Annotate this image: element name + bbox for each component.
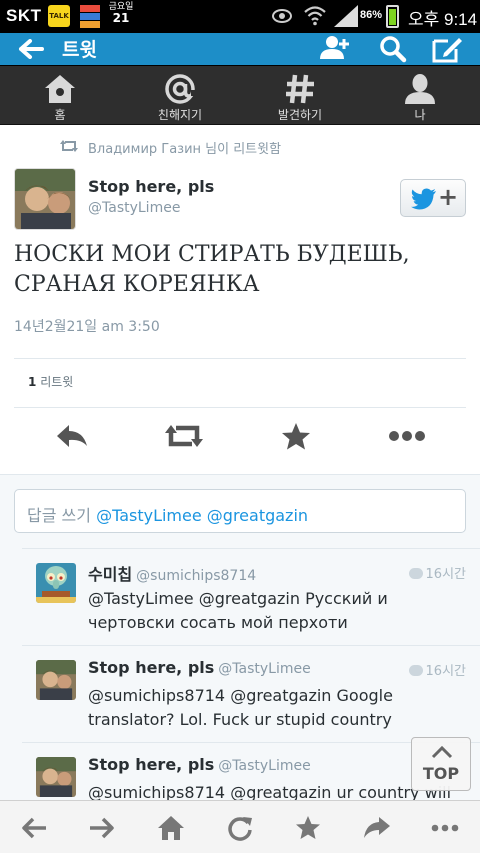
tab-connect[interactable]: 친해지기 — [120, 66, 240, 126]
reply-text: @sumichips8714 @greatgazin Google transl… — [88, 686, 393, 729]
kakaotalk-icon: TALK — [48, 5, 70, 27]
at-icon — [165, 74, 196, 104]
reply-time: 16시간 — [408, 563, 466, 582]
browser-menu-icon[interactable] — [430, 814, 460, 842]
comment-bubble-icon — [408, 568, 423, 579]
tweet-timestamp: 14년2월21일 am 3:50 — [14, 319, 160, 335]
squidward-avatar-image — [36, 563, 76, 603]
reply-author-handle: @TastyLimee — [218, 661, 311, 677]
divider — [14, 407, 466, 408]
carrier-label: SKT — [6, 6, 42, 25]
tab-home[interactable]: 홈 — [0, 66, 120, 126]
twitter-bird-icon — [411, 188, 436, 210]
hash-icon — [286, 74, 314, 104]
smart-stay-eye-icon — [272, 9, 292, 23]
comment-bubble-icon — [408, 665, 423, 676]
browser-bookmark-star-icon[interactable] — [293, 814, 323, 842]
tab-connect-label: 친해지기 — [157, 108, 203, 122]
reply-author-name: 수미칩 — [88, 565, 133, 584]
more-options-icon[interactable] — [387, 420, 427, 452]
status-bar: SKT TALK 금요일 21 86% 오후 9:14 — [0, 0, 480, 33]
scroll-to-top-label: TOP — [422, 764, 460, 783]
browser-refresh-icon[interactable] — [225, 814, 255, 842]
author-handle[interactable]: @TastyLimee — [88, 200, 180, 216]
tab-bar: 홈 친해지기 발견하기 나 — [0, 65, 480, 125]
battery-percent: 86% — [360, 9, 383, 21]
reply-author-handle: @TastyLimee — [218, 758, 311, 774]
author-avatar-image — [36, 660, 76, 700]
person-icon — [405, 74, 435, 104]
retweet-banner-text: Владимир Газин 님이 리트윗함 — [88, 142, 282, 157]
reply-time-text: 16시간 — [425, 664, 466, 679]
compose-icon[interactable] — [430, 35, 464, 63]
browser-home-icon[interactable] — [156, 814, 186, 842]
retweet-count-label: 리트윗 — [40, 375, 74, 389]
author-name[interactable]: Stop here, pls — [88, 177, 214, 196]
reply-text: @TastyLimee @greatgazin Русский и чертов… — [88, 589, 388, 632]
browser-forward-icon[interactable] — [87, 814, 117, 842]
tab-me[interactable]: 나 — [360, 66, 480, 126]
home-icon — [45, 75, 75, 103]
tab-discover-label: 발견하기 — [277, 108, 323, 122]
retweet-icon — [60, 140, 78, 152]
author-avatar-image — [15, 169, 75, 229]
reply-author[interactable]: Stop here, pls @TastyLimee — [88, 755, 311, 774]
reply-input-placeholder: 답글 쓰기 @TastyLimee @greatgazin — [27, 502, 308, 526]
reply-prefix: 답글 쓰기 — [27, 506, 91, 525]
follow-button[interactable]: + — [400, 179, 466, 217]
clock: 오후 9:14 — [408, 10, 478, 29]
calendar-icon: 금요일 21 — [108, 2, 134, 24]
follow-plus-label: + — [438, 183, 459, 211]
scroll-to-top-button[interactable]: TOP — [411, 737, 471, 791]
browser-bottom-bar — [0, 800, 480, 853]
calendar-date: 21 — [112, 11, 130, 25]
tab-me-label: 나 — [414, 108, 426, 122]
reply-avatar[interactable] — [36, 660, 76, 700]
reply-author-handle: @sumichips8714 — [136, 568, 257, 584]
add-user-icon[interactable] — [318, 35, 352, 63]
browser-back-icon[interactable] — [19, 814, 49, 842]
battery-icon — [386, 5, 399, 28]
reply-item[interactable]: 수미칩 @sumichips8714 16시간 @TastyLimee @grea… — [22, 548, 480, 644]
signal-icon — [334, 5, 358, 27]
reply-avatar[interactable] — [36, 563, 76, 603]
tweet-text: НОСКИ МОИ СТИРАТЬ БУДЕШЬ, СРАНАЯ КОРЕЯНК… — [14, 242, 410, 297]
author-avatar[interactable] — [14, 168, 76, 230]
retweet-count[interactable]: 1 리트윗 — [28, 373, 73, 390]
reply-author[interactable]: Stop here, pls @TastyLimee — [88, 658, 311, 677]
page-title: 트윗 — [62, 39, 97, 61]
notification-flag-icon — [80, 5, 100, 28]
wifi-icon — [304, 6, 326, 26]
favorite-star-icon[interactable] — [276, 420, 316, 452]
tab-discover[interactable]: 발견하기 — [240, 66, 360, 126]
reply-time-text: 16시간 — [425, 567, 466, 582]
browser-share-icon[interactable] — [362, 814, 392, 842]
reply-avatar[interactable] — [36, 757, 76, 797]
action-bar: 트윗 — [0, 33, 480, 65]
retweet-count-number: 1 — [28, 375, 37, 389]
reply-input[interactable]: 답글 쓰기 @TastyLimee @greatgazin — [14, 489, 466, 533]
reply-time: 16시간 — [408, 660, 466, 679]
reply-author-name: Stop here, pls — [88, 755, 215, 774]
reply-icon[interactable] — [53, 420, 93, 452]
back-arrow-icon[interactable] — [18, 39, 44, 59]
author-avatar-image — [36, 757, 76, 797]
reply-item[interactable]: Stop here, pls @TastyLimee 16시간 @sumichip… — [22, 645, 480, 741]
divider — [14, 358, 466, 359]
retweet-action-icon[interactable] — [164, 420, 204, 452]
reply-mentions: @TastyLimee @greatgazin — [96, 506, 309, 525]
reply-author[interactable]: 수미칩 @sumichips8714 — [88, 561, 256, 585]
search-icon[interactable] — [376, 35, 410, 63]
reply-author-name: Stop here, pls — [88, 658, 215, 677]
chevron-up-icon — [431, 745, 453, 759]
tab-home-label: 홈 — [54, 108, 66, 122]
